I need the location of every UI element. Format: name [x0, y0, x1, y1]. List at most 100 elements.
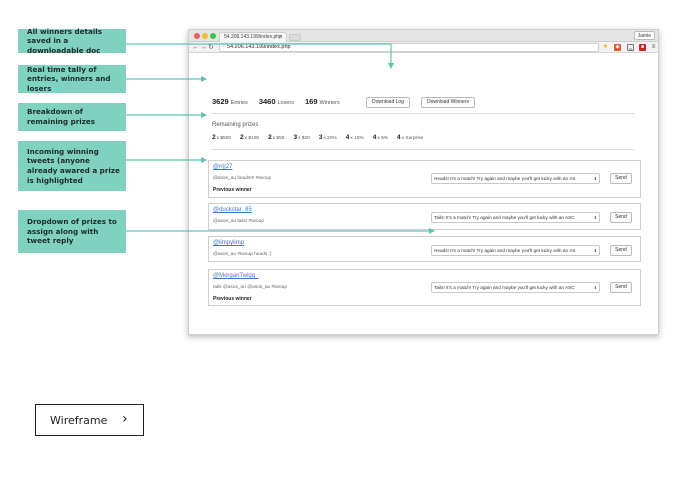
tweet-handle[interactable]: @duckstar_85 — [213, 207, 252, 213]
close-window-icon[interactable] — [194, 33, 200, 39]
browser-toolbar: ← → ↻ ▫ 54.206.143.199/index.php ★ ◆ ▭ ■ … — [189, 42, 658, 53]
prize-label: x $100 — [244, 136, 260, 141]
prize-label: x 20% — [323, 136, 337, 141]
send-button[interactable]: Send — [610, 245, 632, 256]
prize-count: 3 — [318, 134, 323, 141]
stat-label: Losers — [277, 100, 295, 106]
wireframe-label: Wireframe — [50, 414, 108, 427]
prize-count: 3 — [293, 134, 298, 141]
prize-item: 4x 10% — [346, 134, 364, 141]
prize-count: 4 — [345, 134, 350, 141]
send-button[interactable]: Send — [610, 173, 632, 184]
prize-select[interactable]: Tails! It's a match! Try again and maybe… — [431, 212, 600, 223]
tweet-text: @asos_au #twoup heads :) — [213, 252, 272, 257]
forward-arrow-icon[interactable]: → — [200, 43, 207, 52]
prize-select-value: Tails! It's a match! Try again and maybe… — [434, 285, 575, 290]
prize-count: 4 — [397, 134, 401, 141]
annotation-winners-doc: All winners details saved in a downloada… — [18, 26, 126, 55]
prize-item: 2x $50 — [268, 134, 284, 141]
reload-icon[interactable]: ↻ — [208, 43, 214, 52]
annotation-incoming-tweets: Incoming winning tweets (anyone already … — [18, 141, 126, 191]
prize-item: 4x Surprise — [397, 134, 423, 141]
extension-icon[interactable]: ◆ — [614, 44, 621, 51]
address-bar[interactable]: ▫ 54.206.143.199/index.php — [219, 43, 599, 52]
select-caret-icon: ⬍ — [593, 176, 597, 181]
browser-tab-bar: 54.206.143.199/index.php ✕ Jamie — [189, 30, 658, 42]
divider — [212, 113, 635, 114]
prize-select-value: Heads! It's a match! Try again and maybe… — [434, 176, 576, 181]
prize-label: x 10% — [350, 136, 364, 141]
stat-label: Winners — [319, 100, 340, 106]
tweet-text: tails @asos_au @asos_au #twoup — [213, 285, 288, 290]
download-winners-button[interactable]: Download Winners — [421, 97, 475, 108]
prize-item: 4x 5% — [373, 134, 388, 141]
stat-winners: 169 Winners — [305, 97, 340, 106]
prize-item: 2x $100 — [240, 134, 259, 141]
maximize-window-icon[interactable] — [210, 33, 216, 39]
tweet-card: @rrjj27 @asos_au heads!!! #twoup Previou… — [208, 160, 641, 198]
annotation-text: Real time tally of entries, winners and … — [27, 64, 111, 93]
prize-count: 4 — [372, 134, 377, 141]
bookmark-star-icon[interactable]: ★ — [602, 44, 609, 51]
stats-bar: 3629 Entries 3460 Losers 169 Winners — [212, 97, 351, 106]
prize-label: x $500 — [216, 136, 232, 141]
prize-label: x $20 — [298, 136, 310, 141]
tweet-card: @MorganTwigg_ tails @asos_au @asos_au #t… — [208, 269, 641, 306]
select-caret-icon: ⬍ — [593, 215, 597, 220]
prize-item: 2x $500 — [212, 134, 231, 141]
prize-select[interactable]: Tails! It's a match! Try again and maybe… — [431, 282, 600, 293]
stat-losers: 3460 Losers — [259, 97, 294, 106]
prize-select[interactable]: Heads! It's a match! Try again and maybe… — [431, 245, 600, 256]
remaining-prizes-list: 2x $500 2x $100 2x $50 3x $20 3x 20% 4x … — [212, 134, 432, 141]
wireframe-button[interactable]: Wireframe › — [35, 404, 144, 436]
prize-select-value: Heads! It's a match! Try again and maybe… — [434, 248, 576, 253]
stat-label: Entries — [230, 100, 248, 106]
tweet-text: @asos_au heads!!! #twoup — [213, 176, 272, 181]
annotation-tally: Real time tally of entries, winners and … — [18, 65, 126, 93]
tweet-card: @duckstar_85 @asos_au tails! #twoup Tail… — [208, 203, 641, 230]
back-arrow-icon[interactable]: ← — [192, 43, 199, 52]
page-icon: ▫ — [223, 44, 225, 50]
send-button[interactable]: Send — [610, 212, 632, 223]
prize-label: x $50 — [272, 136, 285, 141]
url-text: 54.206.143.199/index.php — [226, 44, 291, 50]
tab-close-icon[interactable]: ✕ — [279, 33, 283, 42]
prize-item: 3x $20 — [293, 134, 309, 141]
annotation-text: Incoming winning tweets (anyone already … — [27, 146, 120, 185]
select-caret-icon: ⬍ — [593, 248, 597, 253]
tab-title: 54.206.143.199/index.php — [224, 34, 282, 40]
new-tab-button[interactable] — [289, 34, 301, 41]
browser-window: 54.206.143.199/index.php ✕ Jamie ← → ↻ ▫… — [188, 29, 659, 335]
prize-select-value: Tails! It's a match! Try again and maybe… — [434, 215, 575, 220]
cast-icon[interactable]: ▭ — [627, 44, 634, 51]
annotation-text: Breakdown of remaining prizes — [27, 107, 96, 126]
chevron-right-icon: › — [122, 411, 128, 427]
prize-label: x Surprise — [401, 136, 424, 141]
minimize-window-icon[interactable] — [202, 33, 208, 39]
download-log-button[interactable]: Download Log — [366, 97, 410, 108]
stat-entries: 3629 Entries — [212, 97, 248, 106]
annotation-text: Dropdown of prizes to assign along with … — [27, 217, 117, 246]
remaining-prizes-title: Remaining prizes — [212, 122, 259, 128]
divider — [212, 149, 635, 150]
tweet-handle[interactable]: @MorganTwigg_ — [213, 273, 258, 279]
prize-count: 2 — [240, 134, 244, 141]
tweet-handle[interactable]: @limpylimp — [213, 240, 244, 246]
previous-winner-label: Previous winner — [213, 187, 252, 193]
tweet-handle[interactable]: @rrjj27 — [213, 164, 232, 170]
previous-winner-label: Previous winner — [213, 296, 252, 302]
annotation-prize-dropdown: Dropdown of prizes to assign along with … — [18, 210, 126, 253]
send-button[interactable]: Send — [610, 282, 632, 293]
stat-value: 3629 — [212, 97, 229, 106]
extension-red-icon[interactable]: ■ — [639, 44, 646, 51]
annotation-text: All winners details saved in a downloada… — [27, 26, 103, 55]
stat-value: 169 — [305, 97, 318, 106]
browser-tab[interactable]: 54.206.143.199/index.php ✕ — [219, 32, 287, 42]
prize-label: x 5% — [377, 136, 389, 141]
profile-button[interactable]: Jamie — [633, 31, 655, 40]
tweet-card: @limpylimp @asos_au #twoup heads :) Head… — [208, 236, 641, 262]
menu-icon[interactable]: ≡ — [650, 44, 657, 51]
prize-count: 2 — [268, 134, 272, 141]
stat-value: 3460 — [258, 97, 276, 106]
prize-select[interactable]: Heads! It's a match! Try again and maybe… — [431, 173, 600, 184]
